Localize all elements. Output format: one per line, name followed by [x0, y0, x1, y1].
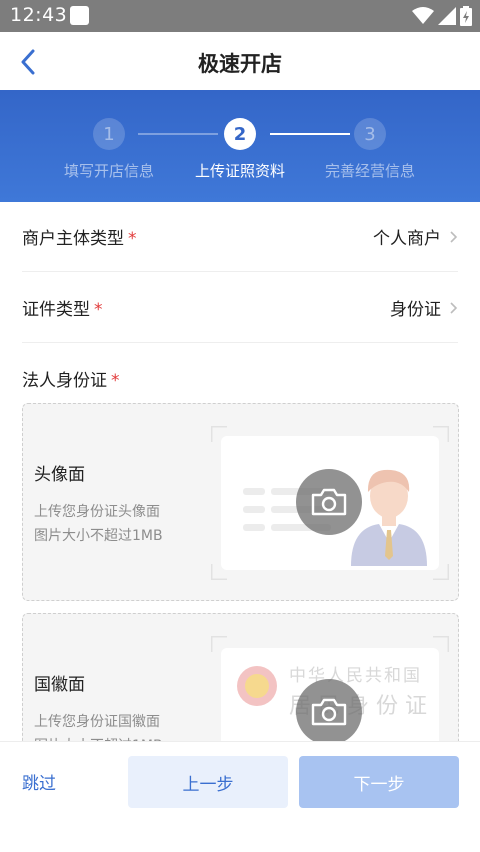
next-step-button[interactable]: 下一步 — [299, 756, 459, 808]
required-mark: * — [94, 300, 103, 320]
id-type-label: 证件类型 * — [22, 300, 103, 320]
id-front-desc: 上传您身份证头像面 图片大小不超过1MB — [34, 500, 163, 548]
chevron-right-icon — [450, 230, 458, 243]
id-type-row[interactable]: 证件类型 * 身份证 — [22, 273, 458, 343]
id-front-camera-button[interactable] — [296, 469, 362, 535]
id-type-value: 身份证 — [390, 295, 458, 320]
required-mark: * — [111, 371, 120, 391]
bottom-action-bar: 跳过 上一步 下一步 — [0, 741, 480, 852]
id-type-value-text: 身份证 — [390, 300, 441, 320]
chevron-right-icon — [450, 301, 458, 314]
step-3-label: 完善经营信息 — [324, 162, 416, 180]
id-back-desc-line1: 上传您身份证国徽面 — [34, 714, 160, 730]
app-header: 极速开店 — [0, 32, 480, 90]
merchant-type-value: 个人商户 — [373, 224, 458, 249]
step-3-circle: 3 — [354, 118, 386, 150]
merchant-type-label: 商户主体类型 * — [22, 229, 137, 249]
signal-icon — [438, 7, 456, 25]
id-front-upload-card[interactable]: 头像面 上传您身份证头像面 图片大小不超过1MB — [22, 403, 459, 601]
step-1-circle: 1 — [93, 118, 125, 150]
page-title: 极速开店 — [198, 52, 282, 76]
skip-link[interactable]: 跳过 — [22, 769, 56, 794]
merchant-type-row[interactable]: 商户主体类型 * 个人商户 — [22, 202, 458, 272]
wifi-icon — [412, 7, 434, 24]
battery-icon — [460, 6, 472, 26]
previous-step-button[interactable]: 上一步 — [128, 756, 288, 808]
required-mark: * — [128, 229, 137, 249]
id-back-camera-button[interactable] — [296, 679, 362, 745]
camera-icon — [311, 488, 347, 516]
status-bar: 12:43 — [0, 0, 480, 32]
step-connector-2 — [270, 133, 350, 135]
step-connector-1 — [138, 133, 218, 135]
step-1-label: 填写开店信息 — [63, 162, 155, 180]
id-front-desc-line2: 图片大小不超过1MB — [34, 528, 163, 544]
id-front-desc-line1: 上传您身份证头像面 — [34, 504, 160, 520]
id-back-art-title: 中华人民共和国 — [289, 666, 422, 686]
camera-icon — [311, 698, 347, 726]
step-2-circle: 2 — [224, 118, 256, 150]
id-back-title: 国徽面 — [34, 675, 85, 695]
status-time: 12:43 — [10, 4, 68, 26]
step-2-label: 上传证照资料 — [194, 162, 286, 180]
notification-icon — [70, 6, 89, 25]
status-icons — [412, 6, 472, 26]
legal-id-label: 法人身份证 * — [22, 371, 120, 391]
id-front-title: 头像面 — [34, 465, 85, 485]
merchant-type-value-text: 个人商户 — [373, 229, 441, 249]
